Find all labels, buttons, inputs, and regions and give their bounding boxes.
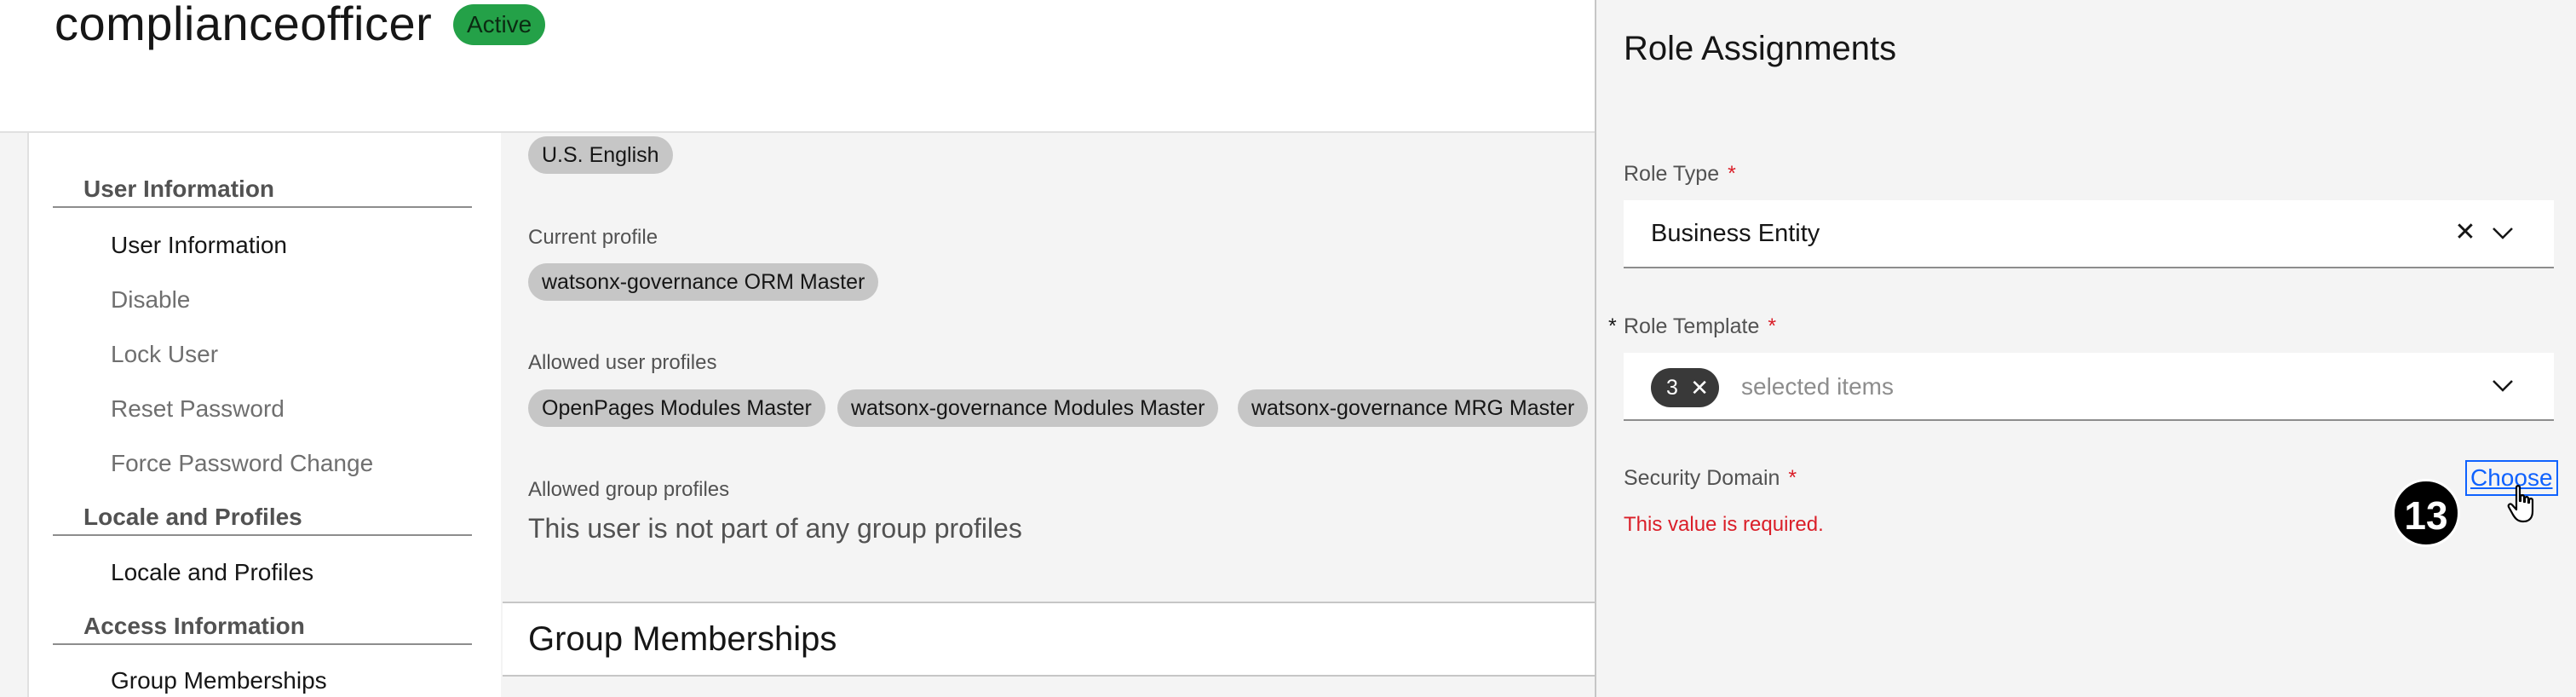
sidebar-item-lock-user[interactable]: Lock User [111, 339, 218, 370]
selected-count: 3 [1666, 376, 1678, 400]
current-profile-label: Current profile [528, 226, 658, 249]
sidebar-item-locale-and-profiles[interactable]: Locale and Profiles [111, 557, 313, 588]
allowed-user-profile-chip: watsonx-governance MRG Master [1238, 389, 1589, 427]
hand-pointer-icon [2507, 485, 2534, 523]
role-template-label-text: Role Template [1624, 314, 1760, 338]
sidebar-item-user-information[interactable]: User Information [111, 230, 287, 261]
allowed-user-profile-chip: OpenPages Modules Master [528, 389, 825, 427]
panel-title: Role Assignments [1624, 30, 1897, 67]
sidebar-section-locale-and-profiles[interactable]: Locale and Profiles [53, 498, 472, 536]
role-type-dropdown[interactable]: Business Entity ✕ [1624, 200, 2554, 268]
sidebar-section-access-information[interactable]: Access Information [53, 608, 472, 645]
role-type-value: Business Entity [1651, 220, 1820, 247]
close-icon[interactable]: ✕ [2448, 216, 2482, 250]
required-asterisk: * [1768, 314, 1777, 338]
required-asterisk: * [1728, 162, 1736, 186]
sidebar-item-force-password-change[interactable]: Force Password Change [111, 448, 373, 479]
group-memberships-section: Group Memberships [503, 602, 1595, 677]
sidebar-section-user-information[interactable]: User Information [53, 170, 472, 208]
allowed-group-profiles-value: This user is not part of any group profi… [528, 513, 1022, 544]
security-domain-label-text: Security Domain [1624, 466, 1780, 490]
current-profile-chip: watsonx-governance ORM Master [528, 263, 879, 301]
selected-count-tag[interactable]: 3 ✕ [1651, 368, 1719, 407]
page-header: complianceofficer Active [0, 0, 1595, 133]
role-template-label: Role Template * [1624, 313, 1776, 340]
status-badge: Active [453, 4, 546, 45]
role-template-multiselect[interactable]: 3 ✕ selected items [1624, 353, 2554, 421]
role-type-label-text: Role Type [1624, 162, 1720, 186]
sidebar-item-group-memberships[interactable]: Group Memberships [111, 665, 327, 696]
required-asterisk: * [1788, 466, 1797, 490]
sidebar-item-reset-password[interactable]: Reset Password [111, 394, 285, 424]
step-badge: 13 [2392, 479, 2460, 547]
left-rail [0, 133, 29, 697]
page-title: complianceofficer [55, 0, 433, 50]
role-type-label: Role Type * [1624, 160, 1736, 187]
chevron-down-icon[interactable] [2486, 368, 2520, 402]
allowed-user-profile-chip: watsonx-governance Modules Master [837, 389, 1219, 427]
sidebar-item-disable[interactable]: Disable [111, 285, 190, 315]
group-memberships-title: Group Memberships [528, 620, 837, 658]
close-icon[interactable]: ✕ [1690, 368, 1709, 407]
security-domain-label: Security Domain * [1624, 464, 1797, 492]
locale-chip: U.S. English [528, 136, 673, 174]
allowed-user-profiles-label: Allowed user profiles [528, 351, 717, 374]
role-assignments-panel: Role Assignments Role Type * Business Ent… [1595, 0, 2576, 697]
required-asterisk: * [1608, 314, 1617, 338]
chevron-down-icon[interactable] [2486, 216, 2520, 250]
security-domain-error: This value is required. [1624, 513, 1824, 536]
role-template-placeholder: selected items [1741, 373, 1894, 400]
allowed-group-profiles-label: Allowed group profiles [528, 478, 730, 501]
